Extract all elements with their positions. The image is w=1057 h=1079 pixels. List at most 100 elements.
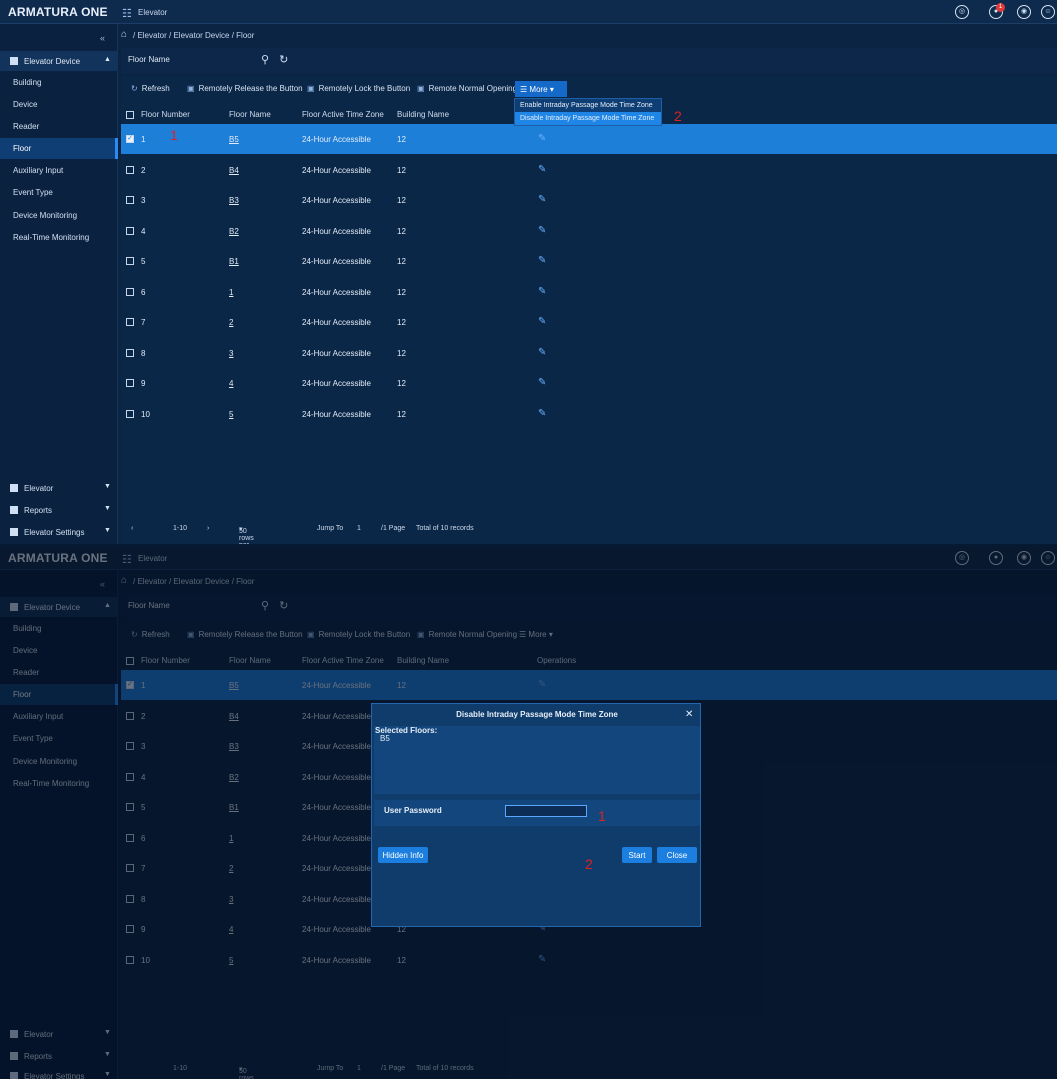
select-all-checkbox[interactable] [126, 111, 134, 119]
module-title[interactable]: Elevator [138, 554, 167, 563]
next-page-button[interactable]: › [207, 525, 209, 532]
row-checkbox[interactable] [126, 165, 134, 174]
edit-icon[interactable]: ✎ [538, 347, 546, 358]
row-checkbox[interactable] [126, 772, 134, 781]
edit-icon[interactable]: ✎ [538, 194, 546, 205]
settings-icon[interactable]: ◉ [1017, 5, 1031, 19]
row-checkbox[interactable] [126, 833, 134, 842]
table-row[interactable]: 6 1 24-Hour Accessible 12 ✎ [121, 277, 1057, 307]
jump-page-input[interactable]: 1 [357, 1065, 361, 1072]
more-button[interactable]: ☰ More ▾ [515, 81, 567, 97]
sidebar-item-floor[interactable]: Floor [0, 684, 118, 705]
floor-name-filter-label[interactable]: Floor Name [128, 601, 170, 610]
user-icon[interactable]: ☺ [1041, 551, 1055, 565]
row-checkbox[interactable] [126, 318, 134, 326]
edit-icon[interactable]: ✎ [538, 255, 546, 266]
sidebar-item-building[interactable]: Building [0, 72, 118, 93]
floor-name-link[interactable]: B1 [229, 257, 239, 266]
table-row[interactable]: 7 2 24-Hour Accessible 12 ✎ [121, 307, 1057, 337]
floor-name-link[interactable]: B3 [229, 742, 239, 751]
edit-icon[interactable]: ✎ [538, 286, 546, 297]
floor-name-filter-label[interactable]: Floor Name [128, 55, 170, 64]
sidebar-group-elevator[interactable]: Elevator ▼ [0, 1024, 118, 1044]
row-checkbox[interactable] [126, 196, 134, 204]
sidebar-item-auxiliary-input[interactable]: Auxiliary Input [0, 160, 118, 181]
table-row[interactable]: 4 B2 24-Hour Accessible 12 ✎ [121, 216, 1057, 246]
sidebar-item-auxiliary-input[interactable]: Auxiliary Input [0, 706, 118, 727]
edit-icon[interactable]: ✎ [538, 408, 546, 419]
sidebar-item-device[interactable]: Device [0, 94, 118, 115]
row-checkbox[interactable] [126, 287, 134, 296]
sidebar-group-elevator-settings[interactable]: Elevator Settings ▼ [0, 522, 118, 542]
floor-name-link[interactable]: 4 [229, 379, 233, 388]
user-icon[interactable]: ☺ [1041, 5, 1055, 19]
search-icon[interactable]: ⚲ [261, 600, 269, 612]
sidebar-item-device[interactable]: Device [0, 640, 118, 661]
sidebar-item-real-time-monitoring[interactable]: Real-Time Monitoring [0, 773, 118, 794]
release-button[interactable]: ▣ Remotely Release the Button [187, 84, 303, 93]
select-all-checkbox[interactable] [126, 657, 134, 665]
row-checkbox[interactable] [126, 379, 134, 387]
refresh-button[interactable]: ↻ Refresh [131, 84, 170, 93]
col-time-zone[interactable]: Floor Active Time Zone [302, 110, 384, 119]
col-floor-number[interactable]: Floor Number [141, 656, 190, 665]
floor-name-link[interactable]: B2 [229, 227, 239, 236]
sidebar-item-device-monitoring[interactable]: Device Monitoring [0, 205, 118, 226]
module-title[interactable]: Elevator [138, 8, 167, 17]
help-icon[interactable]: ◎ [955, 551, 969, 565]
menu-item-enable[interactable]: Enable Intraday Passage Mode Time Zone [515, 99, 661, 112]
breadcrumb-text[interactable]: / Elevator / Elevator Device / Floor [133, 577, 254, 586]
row-checkbox[interactable] [126, 864, 134, 872]
collapse-sidebar-icon[interactable]: « [100, 579, 105, 589]
floor-name-link[interactable]: 4 [229, 925, 233, 934]
sidebar-header-elevator-device[interactable]: Elevator Device ▲ [0, 597, 118, 617]
row-checkbox[interactable] [126, 955, 134, 964]
edit-icon[interactable]: ✎ [538, 377, 546, 388]
row-checkbox[interactable] [126, 711, 134, 720]
table-row[interactable]: 9 4 24-Hour Accessible 12 ✎ [121, 368, 1057, 398]
row-checkbox[interactable] [126, 348, 134, 357]
col-floor-name[interactable]: Floor Name [229, 110, 271, 119]
row-checkbox[interactable] [126, 257, 134, 265]
table-row[interactable]: 3 B3 24-Hour Accessible 12 ✎ [121, 185, 1057, 215]
hidden-info-button[interactable]: Hidden Info [378, 847, 428, 863]
collapse-sidebar-icon[interactable]: « [100, 33, 105, 43]
edit-icon[interactable]: ✎ [538, 954, 546, 965]
floor-name-link[interactable]: 1 [229, 288, 233, 297]
edit-icon[interactable]: ✎ [538, 133, 546, 144]
table-row[interactable]: 2 B4 24-Hour Accessible 12 ✎ [121, 155, 1057, 185]
reset-icon[interactable]: ↻ [279, 54, 288, 66]
close-button[interactable]: Close [657, 847, 697, 863]
sidebar-item-reader[interactable]: Reader [0, 116, 118, 137]
row-checkbox[interactable] [126, 226, 134, 235]
refresh-button[interactable]: ↻ Refresh [131, 630, 170, 639]
prev-page-button[interactable]: ‹ [131, 525, 133, 532]
sidebar-item-device-monitoring[interactable]: Device Monitoring [0, 751, 118, 772]
floor-name-link[interactable]: B4 [229, 166, 239, 175]
edit-icon[interactable]: ✎ [538, 164, 546, 175]
breadcrumb-text[interactable]: / Elevator / Elevator Device / Floor [133, 31, 254, 40]
floor-name-link[interactable]: B2 [229, 773, 239, 782]
menu-item-disable[interactable]: Disable Intraday Passage Mode Time Zone [515, 112, 661, 125]
col-building-name[interactable]: Building Name [397, 110, 449, 119]
notification-icon[interactable]: ● [989, 551, 1003, 565]
jump-page-input[interactable]: 1 [357, 525, 361, 532]
sidebar-group-elevator[interactable]: Elevator ▼ [0, 478, 118, 498]
table-row[interactable]: 10 5 24-Hour Accessible 12 ✎ [121, 399, 1057, 429]
edit-icon[interactable]: ✎ [538, 316, 546, 327]
home-icon[interactable]: ⌂ [121, 29, 127, 40]
floor-name-link[interactable]: 3 [229, 895, 233, 904]
floor-name-link[interactable]: B1 [229, 803, 239, 812]
sidebar-item-floor[interactable]: Floor [0, 138, 118, 159]
floor-name-link[interactable]: 5 [229, 956, 233, 965]
close-icon[interactable]: ✕ [685, 709, 693, 720]
col-building-name[interactable]: Building Name [397, 656, 449, 665]
sidebar-item-real-time-monitoring[interactable]: Real-Time Monitoring [0, 227, 118, 248]
release-button[interactable]: ▣ Remotely Release the Button [187, 630, 303, 639]
row-checkbox[interactable] [126, 803, 134, 811]
sidebar-group-elevator-settings[interactable]: Elevator Settings ▼ [0, 1066, 118, 1079]
table-row[interactable]: 10 5 24-Hour Accessible 12 ✎ [121, 945, 1057, 975]
floor-name-link[interactable]: 1 [229, 834, 233, 843]
lock-button[interactable]: ▣ Remotely Lock the Button [307, 84, 410, 93]
floor-name-link[interactable]: B5 [229, 135, 239, 144]
